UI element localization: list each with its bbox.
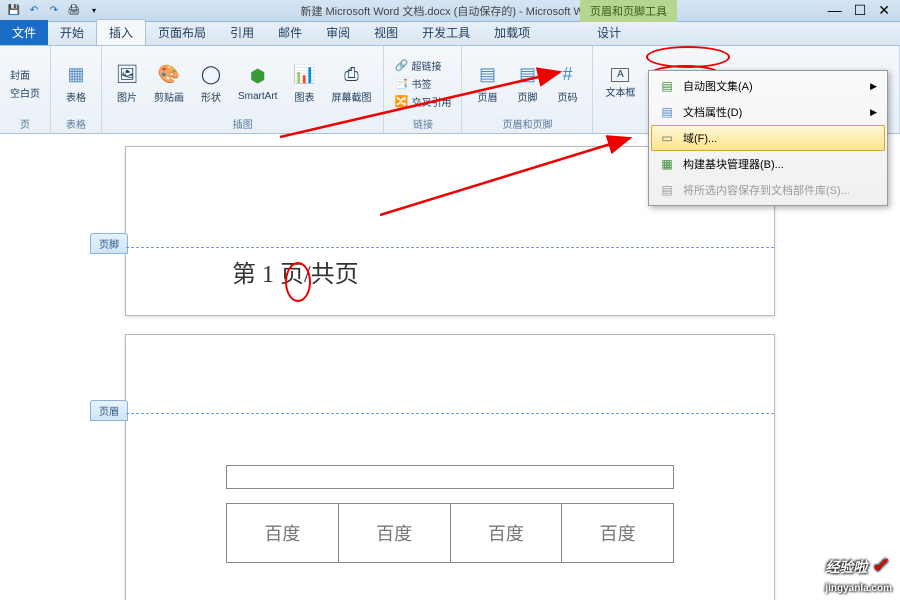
submenu-arrow-icon: ▶ (870, 107, 877, 118)
table-icon: ▦ (64, 63, 88, 87)
group-label-pages: 页 (0, 116, 50, 131)
footer-icon: ▤ (515, 63, 539, 87)
smartart-icon: ⬢ (246, 65, 270, 89)
menu-field[interactable]: ▭ 域(F)... (651, 125, 885, 151)
autotext-icon: ▤ (659, 78, 675, 94)
buildingblocks-icon: ▦ (659, 156, 675, 172)
group-tables: ▦ 表格 表格 (51, 46, 102, 133)
menu-docproperty[interactable]: ▤ 文档属性(D) ▶ (651, 99, 885, 125)
btn-header[interactable]: ▤页眉 (468, 48, 506, 118)
tab-insert[interactable]: 插入 (96, 19, 146, 45)
textbox-icon: A (611, 68, 629, 82)
tab-mailings[interactable]: 邮件 (266, 20, 314, 45)
print-icon[interactable]: 🖨 (66, 3, 82, 19)
redo-icon[interactable]: ↷ (46, 3, 62, 19)
chart-icon: 📊 (292, 63, 316, 87)
btn-pagenumber[interactable]: #页码 (548, 48, 586, 118)
table-cell[interactable]: 百度 (451, 504, 563, 562)
watermark: 经验啦 ✓ jingyanla.com (825, 553, 892, 594)
btn-picture[interactable]: 🖼图片 (108, 48, 146, 118)
btn-shapes[interactable]: ◯形状 (192, 48, 230, 118)
save-icon[interactable]: 💾 (6, 3, 22, 19)
group-headerfooter: ▤页眉 ▤页脚 #页码 页眉和页脚 (462, 46, 593, 133)
shapes-icon: ◯ (199, 63, 223, 87)
group-links: 🔗超链接 📑书签 🔀交叉引用 链接 (384, 46, 462, 133)
tab-design[interactable]: 设计 (585, 20, 633, 45)
menu-buildingblocks[interactable]: ▦ 构建基块管理器(B)... (651, 151, 885, 177)
btn-footer[interactable]: ▤页脚 (508, 48, 546, 118)
tab-home[interactable]: 开始 (48, 20, 96, 45)
window-controls: — ☐ ✕ (818, 2, 900, 19)
ribbon-tabs: 文件 开始 插入 页面布局 引用 邮件 审阅 视图 开发工具 加载项 设计 (0, 22, 900, 46)
docproperty-icon: ▤ (659, 104, 675, 120)
menu-autotext[interactable]: ▤ 自动图文集(A) ▶ (651, 73, 885, 99)
btn-smartart[interactable]: ⬢SmartArt (232, 48, 283, 118)
tab-file[interactable]: 文件 (0, 20, 48, 45)
tab-pagelayout[interactable]: 页面布局 (146, 20, 218, 45)
group-label-illustrations: 插图 (102, 116, 383, 131)
window-title: 新建 Microsoft Word 文档.docx (自动保存的) - Micr… (300, 3, 599, 19)
btn-screenshot[interactable]: ⎙屏幕截图 (325, 48, 377, 118)
btn-textbox[interactable]: A文本框 (599, 48, 641, 118)
group-pages: 封面 空白页 页 (0, 46, 51, 133)
btn-crossref[interactable]: 🔀交叉引用 (390, 93, 455, 110)
picture-icon: 🖼 (115, 63, 139, 87)
crossref-icon: 🔀 (394, 94, 408, 108)
bookmark-icon: 📑 (394, 76, 408, 90)
document-content: 百度 百度 百度 百度 (226, 465, 674, 563)
table-cell[interactable]: 百度 (562, 504, 673, 562)
docparts-dropdown: ▤ 自动图文集(A) ▶ ▤ 文档属性(D) ▶ ▭ 域(F)... ▦ 构建基… (648, 70, 888, 206)
pagenumber-icon: # (555, 63, 579, 87)
table-cell[interactable]: 百度 (227, 504, 339, 562)
tab-references[interactable]: 引用 (218, 20, 266, 45)
contextual-tab-headerfooter: 页眉和页脚工具 (580, 0, 677, 22)
btn-bookmark[interactable]: 📑书签 (390, 75, 455, 92)
btn-table[interactable]: ▦ 表格 (57, 48, 95, 118)
table-cell[interactable]: 百度 (339, 504, 451, 562)
annotation-oval-docparts (646, 46, 730, 68)
footer-boundary (126, 247, 774, 248)
check-icon: ✓ (871, 555, 888, 577)
submenu-arrow-icon: ▶ (870, 81, 877, 92)
undo-icon[interactable]: ↶ (26, 3, 42, 19)
hyperlink-icon: 🔗 (394, 58, 408, 72)
btn-cover[interactable]: 封面 (6, 66, 44, 83)
tab-view[interactable]: 视图 (362, 20, 410, 45)
quick-access-toolbar: 💾 ↶ ↷ 🖨 ▾ (0, 3, 108, 19)
btn-chart[interactable]: 📊图表 (285, 48, 323, 118)
tab-review[interactable]: 审阅 (314, 20, 362, 45)
header-marker: 页眉 (90, 400, 128, 421)
menu-saveselection: ▤ 将所选内容保存到文档部件库(S)... (651, 177, 885, 203)
clipart-icon: 🎨 (157, 63, 181, 87)
footer-marker: 页脚 (90, 233, 128, 254)
btn-clipart[interactable]: 🎨剪贴画 (148, 48, 190, 118)
close-icon[interactable]: ✕ (878, 2, 890, 19)
tab-addins[interactable]: 加载项 (482, 20, 542, 45)
table-top (226, 465, 674, 489)
header-icon: ▤ (475, 63, 499, 87)
header-boundary (126, 413, 774, 414)
saveselection-icon: ▤ (659, 182, 675, 198)
document-table: 百度 百度 百度 百度 (226, 503, 674, 563)
qat-more-icon[interactable]: ▾ (86, 3, 102, 19)
group-label-headerfooter: 页眉和页脚 (462, 116, 592, 131)
screenshot-icon: ⎙ (339, 63, 363, 87)
group-illustrations: 🖼图片 🎨剪贴画 ◯形状 ⬢SmartArt 📊图表 ⎙屏幕截图 插图 (102, 46, 384, 133)
tab-developer[interactable]: 开发工具 (410, 20, 482, 45)
group-label-links: 链接 (384, 116, 461, 131)
annotation-oval-slash (285, 262, 311, 302)
btn-blank[interactable]: 空白页 (6, 84, 44, 101)
page-2: 页眉 百度 百度 百度 百度 (125, 334, 775, 600)
btn-hyperlink[interactable]: 🔗超链接 (390, 57, 455, 74)
maximize-icon[interactable]: ☐ (854, 2, 867, 19)
group-label-tables: 表格 (51, 116, 101, 131)
field-icon: ▭ (659, 130, 675, 146)
minimize-icon[interactable]: — (828, 2, 842, 19)
